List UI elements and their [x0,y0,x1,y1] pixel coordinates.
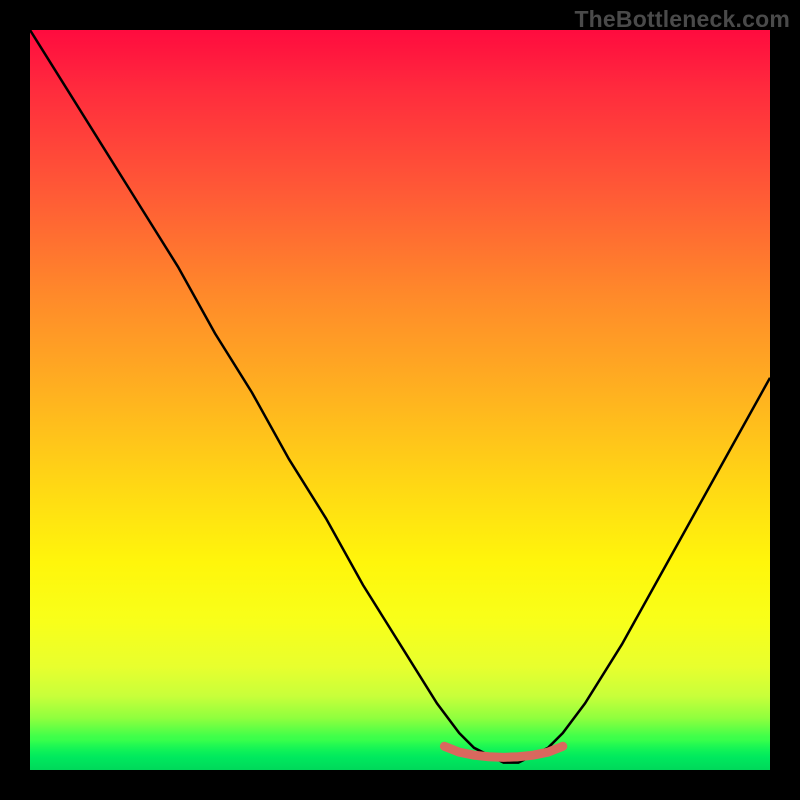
watermark-text: TheBottleneck.com [574,6,790,33]
bottleneck-curve-path [30,30,770,763]
plot-area [30,30,770,770]
curve-svg [30,30,770,770]
chart-frame: TheBottleneck.com [0,0,800,800]
